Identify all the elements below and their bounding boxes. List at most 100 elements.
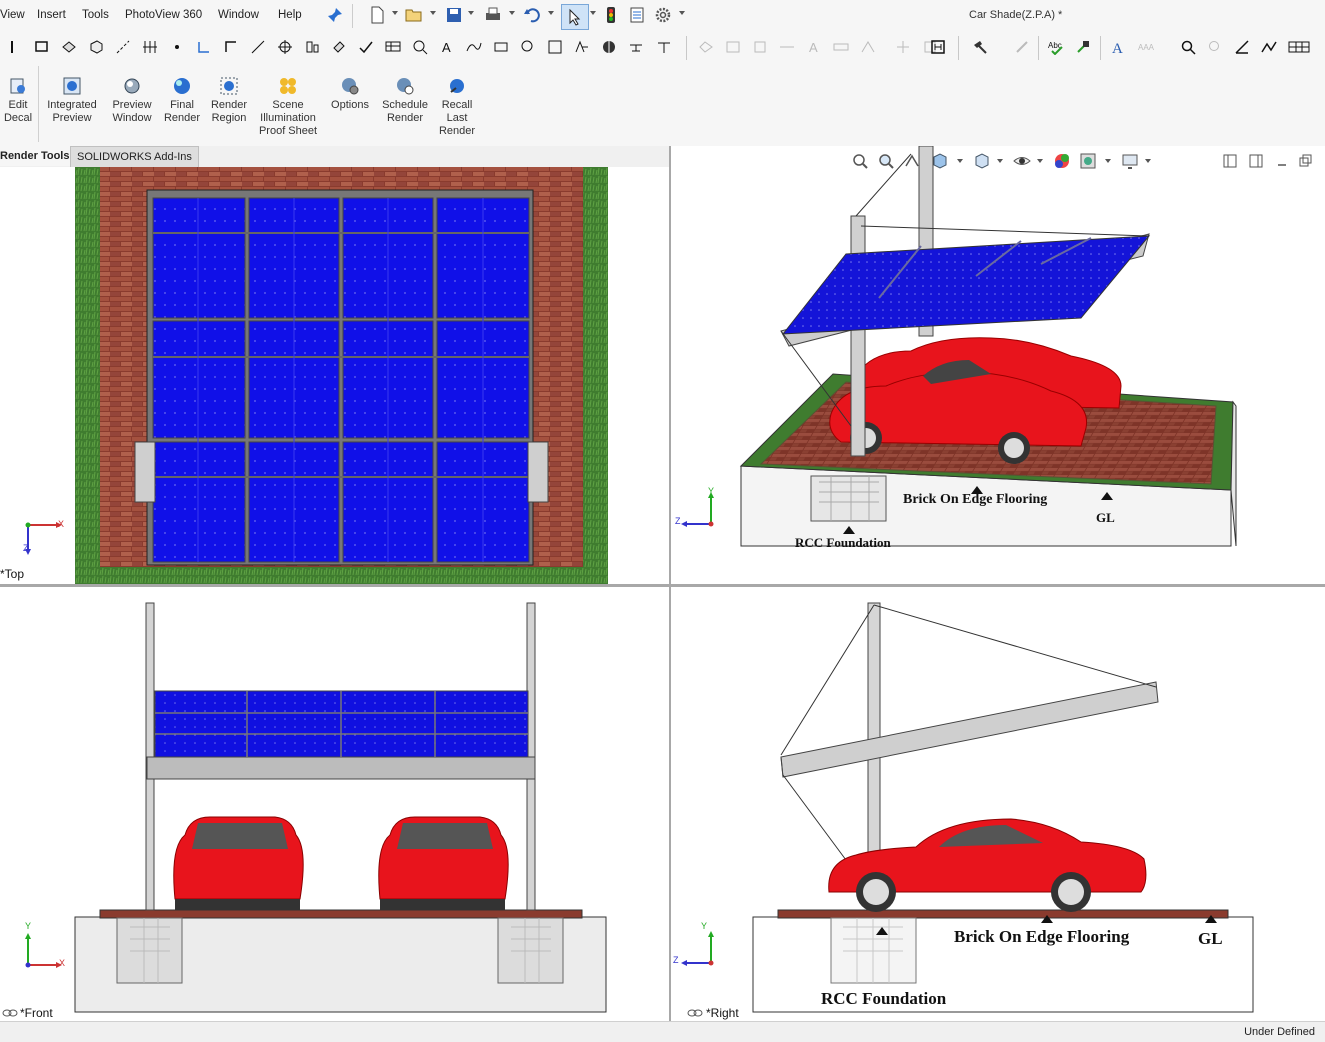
reference-icon[interactable] [1014, 39, 1030, 55]
hatch-icon[interactable] [493, 39, 509, 55]
spline-icon[interactable] [466, 39, 482, 55]
menu-view[interactable]: View [0, 9, 25, 21]
viewport-isometric[interactable]: Brick On Edge Flooring GL RCC Foundation… [671, 146, 1325, 584]
menu-help[interactable]: Help [278, 9, 302, 21]
rebuild-traffic-light-icon[interactable] [602, 6, 620, 24]
check-icon[interactable] [358, 39, 374, 55]
render-region-icon [220, 77, 238, 95]
tab-render-tools[interactable]: Render Tools [0, 146, 76, 166]
wrap-icon[interactable] [833, 39, 849, 55]
format-painter-icon[interactable] [1075, 39, 1091, 55]
integrated-preview-button[interactable]: Integrated Preview [42, 76, 102, 125]
mirror-icon[interactable] [304, 39, 320, 55]
menu-insert[interactable]: Insert [37, 9, 66, 21]
section-icon[interactable] [547, 39, 563, 55]
curve-icon[interactable] [1261, 39, 1277, 55]
print-icon[interactable] [484, 6, 502, 24]
save-icon[interactable] [445, 6, 463, 24]
hammer-icon[interactable] [972, 39, 988, 55]
surface-finish-icon[interactable] [574, 39, 590, 55]
trim-icon[interactable] [223, 39, 239, 55]
undo-icon[interactable] [523, 6, 541, 24]
top-view-render [75, 167, 608, 584]
viewport-front[interactable]: Y X *Front [0, 587, 669, 1021]
svg-text:AAA: AAA [1138, 43, 1154, 52]
note-icon[interactable] [412, 39, 428, 55]
spell-check-icon[interactable]: Abc [1048, 39, 1064, 55]
command-tabs: Render Tools SOLIDWORKS Add-Ins [0, 146, 670, 168]
isometric-render [739, 146, 1237, 547]
centerline-icon[interactable] [115, 39, 131, 55]
cursor-icon [569, 8, 581, 26]
options-gear-icon[interactable] [654, 6, 672, 24]
datum-icon[interactable] [656, 39, 672, 55]
right-triad-y-label: Y [701, 921, 708, 931]
menu-window[interactable]: Window [218, 9, 259, 21]
offset-icon[interactable] [196, 39, 212, 55]
select-tool-button[interactable] [561, 4, 589, 30]
right-gl-annotation: GL [1198, 929, 1223, 948]
rectangle-icon[interactable] [34, 39, 50, 55]
preview-window-icon [124, 78, 140, 94]
viewport-top[interactable]: X Z *Top [0, 167, 669, 584]
point-icon[interactable] [169, 39, 185, 55]
rib-icon[interactable] [779, 39, 795, 55]
font-size-icon[interactable]: AAA [1138, 39, 1154, 55]
dimension-icon[interactable] [250, 39, 266, 55]
schedule-render-label: Schedule Render [382, 99, 428, 124]
preview-window-button[interactable]: Preview Window [108, 76, 156, 125]
grid-icon[interactable] [142, 39, 158, 55]
smart-dimension-icon[interactable] [277, 39, 293, 55]
shell-icon[interactable]: A [806, 39, 822, 55]
edit-decal-button[interactable]: Edit Decal [3, 76, 33, 125]
move-face-icon[interactable] [895, 39, 911, 55]
fillet-icon[interactable] [725, 39, 741, 55]
angle-icon[interactable] [1234, 39, 1250, 55]
options-button[interactable]: Options [327, 76, 373, 112]
menu-bar: View Insert Tools PhotoView 360 Window H… [0, 0, 1325, 33]
schedule-render-button[interactable]: Schedule Render [378, 76, 432, 125]
dome-icon[interactable] [860, 39, 876, 55]
new-document-icon[interactable] [368, 6, 386, 24]
render-options-icon [342, 78, 359, 95]
table-grid-icon[interactable] [1288, 39, 1310, 55]
right-view-render [752, 602, 1254, 1013]
magnifier-icon[interactable] [1180, 39, 1196, 55]
final-render-label: Final Render [163, 99, 201, 124]
svg-text:A: A [1112, 41, 1123, 55]
final-render-button[interactable]: Final Render [160, 76, 204, 125]
recall-last-render-button[interactable]: Recall Last Render [434, 76, 480, 138]
final-render-icon [174, 78, 190, 94]
triad-x-label: X [58, 519, 65, 529]
linear-pattern-icon[interactable] [698, 39, 714, 55]
pin-icon[interactable] [326, 6, 344, 24]
viewport-right[interactable]: Brick On Edge Flooring GL RCC Foundation… [671, 587, 1325, 1021]
chamfer-icon[interactable] [752, 39, 768, 55]
render-region-button[interactable]: Render Region [206, 76, 252, 125]
box-icon[interactable] [88, 39, 104, 55]
integrated-preview-label: Integrated Preview [47, 99, 97, 124]
viewport-label-front: *Front [20, 1006, 53, 1020]
font-icon[interactable]: A [1110, 39, 1126, 55]
text-icon[interactable]: A [439, 39, 455, 55]
iso-triad-y-label: Y [708, 486, 715, 496]
tab-solidworks-addins[interactable]: SOLIDWORKS Add-Ins [70, 146, 199, 168]
weld-icon[interactable] [628, 39, 644, 55]
pan-icon[interactable] [1207, 39, 1223, 55]
menu-tools[interactable]: Tools [82, 9, 109, 21]
right-rcc-foundation-annotation: RCC Foundation [821, 989, 947, 1008]
brick-flooring-annotation: Brick On Edge Flooring [903, 492, 1048, 507]
extrude-icon[interactable] [61, 39, 77, 55]
table-icon[interactable] [385, 39, 401, 55]
scene-illumination-icon [280, 78, 296, 94]
quick-snaps-icon[interactable] [930, 39, 946, 55]
zoom-area-icon[interactable] [520, 39, 536, 55]
menu-photoview[interactable]: PhotoView 360 [125, 9, 202, 21]
file-properties-icon[interactable] [628, 6, 646, 24]
line-icon[interactable] [8, 39, 24, 55]
integrated-preview-icon [63, 77, 81, 95]
scene-illumination-button[interactable]: Scene Illumination Proof Sheet [254, 76, 322, 138]
paint-icon[interactable] [331, 39, 347, 55]
open-folder-icon[interactable] [405, 6, 423, 24]
view-orientation-icon[interactable] [601, 39, 617, 55]
